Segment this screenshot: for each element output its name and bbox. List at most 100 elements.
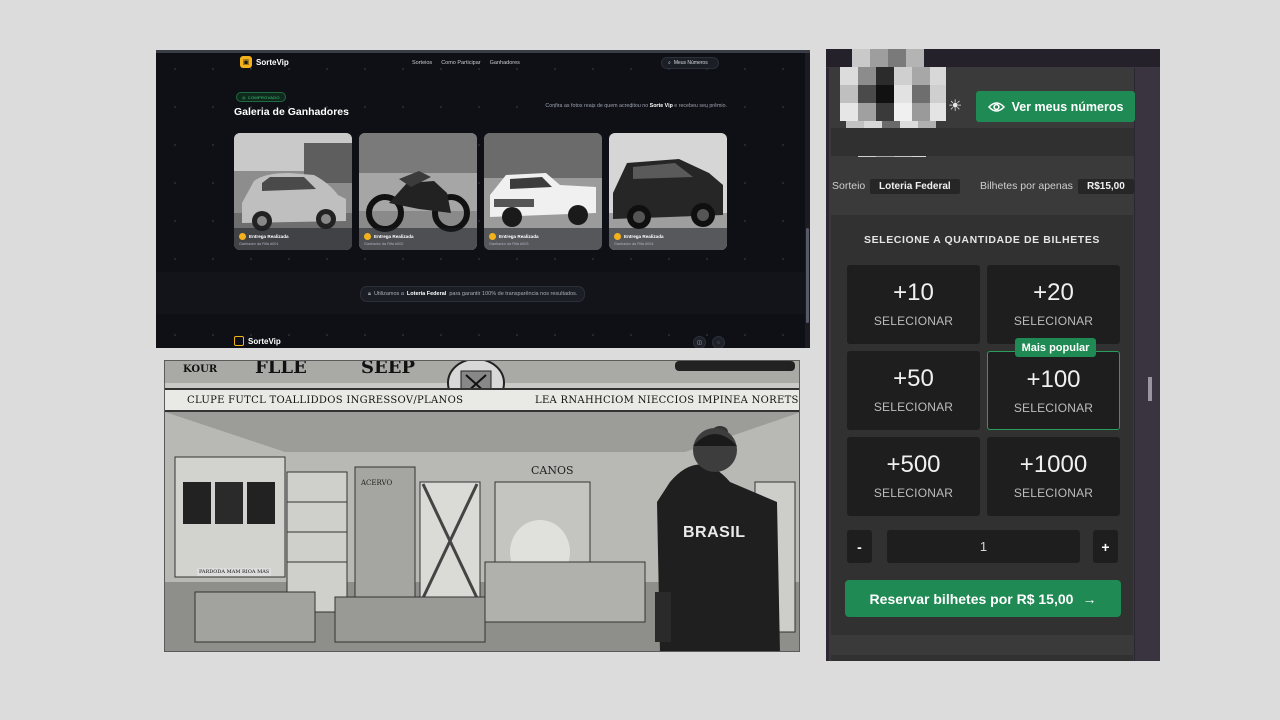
card-sub: Ganhador da Rifa #002: [364, 242, 404, 246]
option-action: SELECIONAR: [1013, 486, 1094, 500]
winners-gallery-screenshot: ▣ SorteVip Sorteios Como Participar Ganh…: [156, 50, 810, 348]
option-action: SELECIONAR: [873, 400, 954, 414]
sorteio-label: Sorteio: [832, 180, 866, 192]
nav-como-participar[interactable]: Como Participar: [441, 60, 480, 66]
resize-handle[interactable]: [1148, 377, 1152, 401]
notice-part-1: Utilizamos a: [373, 291, 404, 297]
card-label: Entrega Realizada: [249, 234, 289, 239]
option-20[interactable]: +20 SELECIONAR: [987, 265, 1120, 344]
notice-highlight: Loteria Federal: [406, 291, 447, 297]
ticket-icon: ▣: [240, 56, 252, 68]
scrollbar-thumb[interactable]: [806, 228, 809, 323]
footer-logo[interactable]: SorteVip: [234, 336, 281, 346]
option-50[interactable]: +50 SELECIONAR: [847, 351, 980, 430]
option-value: +100: [1026, 366, 1081, 393]
draw-info-row: Sorteio Loteria Federal Bilhetes por ape…: [832, 178, 1134, 196]
brand-name: SorteVip: [256, 57, 289, 67]
store-illustration: KOUR FLLE SEEP CLUPE FUTCL TOALLIDDOS IN…: [164, 360, 800, 652]
my-numbers-button[interactable]: ⌕ Meus Números: [661, 57, 719, 69]
desc-part-2: e recebeu seu prêmio.: [672, 103, 727, 109]
option-10[interactable]: +10 SELECIONAR: [847, 265, 980, 344]
most-popular-badge: Mais popular: [1015, 338, 1096, 357]
reserve-label: Reservar bilhetes por R$ 15,00: [869, 590, 1074, 607]
desc-brand: Sorte Vip: [649, 103, 673, 109]
brand-logo[interactable]: ▣ SorteVip: [240, 56, 289, 68]
sign-left: KOUR: [183, 364, 218, 375]
sign-right-decor: [675, 361, 795, 371]
sign-mid: FLLE: [255, 360, 307, 378]
verified-badge: ◎ COMPROVADO: [236, 92, 286, 102]
winner-card[interactable]: Entrega Realizada Ganhador da Rifa #001: [234, 133, 352, 250]
nav-ganhadores[interactable]: Ganhadores: [490, 60, 520, 66]
search-icon: ⌕: [668, 60, 671, 66]
option-value: +10: [893, 279, 934, 306]
option-action: SELECIONAR: [1013, 314, 1094, 328]
store-sign-canos: CANOS: [531, 464, 574, 477]
header-strip: [831, 128, 1134, 156]
transparency-notice: 🔒︎ Utilizamos a Loteria Federal para gar…: [360, 286, 586, 302]
winner-card[interactable]: Entrega Realizada Ganhador da Rifa #003: [484, 133, 602, 250]
arrow-right-icon: →: [1082, 590, 1097, 607]
theme-toggle-sun-icon[interactable]: ☀: [948, 96, 962, 116]
store-sign-acervo: ACERVO: [361, 479, 393, 487]
option-100[interactable]: +100 SELECIONAR: [987, 351, 1120, 430]
winner-cards: Entrega Realizada Ganhador da Rifa #001 …: [234, 133, 727, 250]
verified-badge-label: COMPROVADO: [247, 94, 280, 100]
side-rail: [1135, 68, 1160, 661]
instagram-icon[interactable]: ◫: [693, 336, 706, 348]
menu-right-text: LEA RNAHHCIOM NIECCIOS IMPINEA NORETS: [535, 395, 799, 406]
winner-card[interactable]: Entrega Realizada Ganhador da Rifa #002: [359, 133, 477, 250]
ticket-purchase-panel: ☀ Ver meus números Sorteio Loteria Feder…: [826, 49, 1160, 661]
eye-icon: [987, 101, 1005, 112]
sign-mid2: SEEP: [361, 360, 415, 378]
option-500[interactable]: +500 SELECIONAR: [847, 437, 980, 516]
sorteio-value: Loteria Federal: [870, 179, 960, 194]
view-my-numbers-button[interactable]: Ver meus números: [976, 91, 1135, 122]
ticket-icon: [234, 336, 244, 346]
card-caption: Entrega Realizada Ganhador da Rifa #001: [239, 233, 289, 246]
badge-dot-icon: [614, 233, 621, 240]
option-value: +20: [1033, 279, 1074, 306]
shelf-label: PARDODA MAM RIOA MAS: [197, 568, 272, 576]
view-my-numbers-label: Ver meus números: [1011, 99, 1124, 114]
gallery-description: Confira as fotos reais de quem acreditou…: [534, 102, 727, 110]
nav-sorteios[interactable]: Sorteios: [412, 60, 432, 66]
card-sub: Ganhador da Rifa #001: [239, 242, 279, 246]
card-label: Entrega Realizada: [499, 234, 539, 239]
browser-top-strip: [156, 50, 810, 53]
reserve-tickets-button[interactable]: Reservar bilhetes por R$ 15,00 →: [845, 580, 1121, 617]
next-section-edge: [831, 655, 1133, 661]
decrement-button[interactable]: -: [847, 530, 872, 563]
store-menu-bar: CLUPE FUTCL TOALLIDDOS INGRESSOV/PLANOS …: [165, 388, 799, 412]
check-circle-icon: ◎: [242, 94, 246, 100]
gallery-title: Galeria de Ganhadores: [234, 106, 349, 118]
card-sub: Ganhador da Rifa #003: [489, 242, 529, 246]
card-label: Entrega Realizada: [374, 234, 414, 239]
winner-card[interactable]: Entrega Realizada Ganhador da Rifa #004: [609, 133, 727, 250]
price-label: Bilhetes por apenas: [980, 180, 1073, 192]
card-caption: Entrega Realizada Ganhador da Rifa #004: [614, 233, 664, 246]
section-title: SELECIONE A QUANTIDADE DE BILHETES: [863, 234, 1101, 246]
option-value: +50: [893, 365, 934, 392]
option-action: SELECIONAR: [873, 314, 954, 328]
desc-part-1: Confira as fotos reais de quem acreditou…: [545, 103, 650, 109]
price-value: R$15,00: [1078, 179, 1134, 194]
option-action: SELECIONAR: [873, 486, 954, 500]
jersey-text: BRASIL: [683, 524, 746, 541]
option-action: SELECIONAR: [1013, 401, 1094, 415]
my-numbers-label: Meus Números: [673, 60, 708, 66]
main-nav: Sorteios Como Participar Ganhadores: [412, 60, 520, 66]
whatsapp-icon[interactable]: ◌: [712, 336, 725, 348]
notice-part-2: para garantir 100% de transparência nos …: [449, 291, 578, 297]
card-label: Entrega Realizada: [624, 234, 664, 239]
footer-brand: SorteVip: [248, 336, 281, 346]
option-1000[interactable]: +1000 SELECIONAR: [987, 437, 1120, 516]
quantity-input[interactable]: 1: [887, 530, 1080, 563]
card-sub: Ganhador da Rifa #004: [614, 242, 654, 246]
scrollbar[interactable]: [805, 53, 810, 348]
badge-dot-icon: [489, 233, 496, 240]
card-caption: Entrega Realizada Ganhador da Rifa #002: [364, 233, 414, 246]
badge-dot-icon: [364, 233, 371, 240]
increment-button[interactable]: +: [1093, 530, 1118, 563]
menu-left-text: CLUPE FUTCL TOALLIDDOS INGRESSOV/PLANOS: [187, 395, 464, 406]
